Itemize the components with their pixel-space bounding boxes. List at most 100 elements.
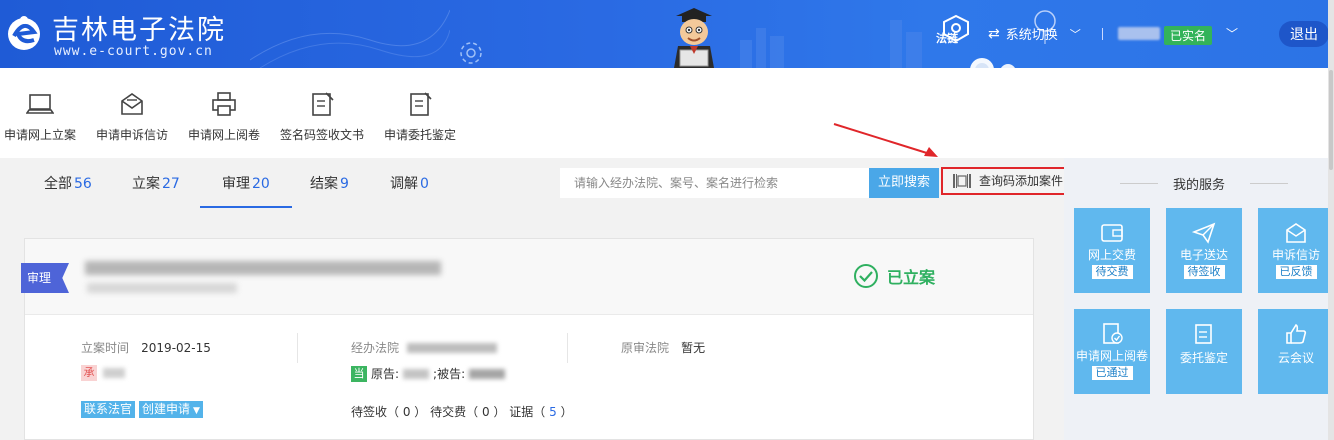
headset-decoration-icon (970, 58, 1015, 68)
header-bar: 吉林电子法院 www.e-court.gov.cn 法链 ⇄ 系统切换 ﹀ 已实… (0, 0, 1334, 68)
add-case-by-code-button[interactable]: 查询码添加案件 (941, 167, 1071, 195)
system-switch-dropdown[interactable]: ⇄ 系统切换 ﹀ (988, 24, 1081, 44)
service-cloud-meeting[interactable]: 云会议 (1258, 309, 1334, 394)
tab-count: 56 (74, 176, 92, 192)
tab-count: 0 (420, 176, 429, 192)
divider (567, 333, 568, 363)
tool-label: 签名码签收文书 (280, 128, 365, 142)
pending-pay[interactable]: 待交费（ 0 ） (430, 405, 505, 419)
pending-sign[interactable]: 待签收（ 0 ） (351, 405, 426, 419)
court-logo-icon (8, 16, 40, 50)
apply-petition-button[interactable]: 申请申诉信访 (96, 90, 168, 143)
apply-appraisal-button[interactable]: 申请委托鉴定 (384, 90, 456, 143)
caret-down-icon: ▼ (193, 406, 200, 416)
chevron-down-icon: ﹀ (1069, 27, 1081, 41)
my-services-panel: 我的服务 网上交费 待交费 电子送达 待签收 申诉信访 已反馈 申请网上阅卷 已 (1064, 158, 1334, 440)
stage-ribbon: 审理 (21, 263, 69, 293)
case-actions: 联系法官 创建申请 ▼ (81, 401, 203, 418)
pending-sign-label: 待签收 (351, 405, 388, 419)
add-case-label: 查询码添加案件 (979, 174, 1064, 188)
system-switch-label: 系统切换 (1005, 28, 1058, 43)
tool-label: 申请申诉信访 (96, 128, 169, 142)
case-card-header: 审理 已立案 (21, 239, 1033, 315)
tool-label: 申请网上立案 (4, 128, 77, 142)
scrollbar-thumb[interactable] (1329, 70, 1333, 170)
user-chevron-down-icon[interactable]: ﹀ (1226, 25, 1238, 42)
verified-badge: 已实名 (1164, 26, 1213, 45)
tab-trial[interactable]: 审理 20 (200, 158, 292, 208)
tab-count: 20 (252, 176, 270, 192)
sign-code-receive-button[interactable]: 签名码签收文书 (280, 90, 364, 143)
service-label: 云会议 (1277, 351, 1314, 365)
page-scrollbar[interactable] (1328, 0, 1334, 440)
defendant-label: ;被告: (433, 367, 466, 381)
case-card[interactable]: 审理 已立案 立案时间 2019-02-15 承 联系法官 创建申请 ▼ 经办法… (21, 238, 1034, 440)
thumbs-up-icon (1286, 323, 1307, 344)
service-label: 委托鉴定 (1179, 351, 1228, 365)
contact-judge-button[interactable]: 联系法官 (81, 401, 136, 418)
service-label: 网上交费 (1087, 248, 1136, 262)
tab-all[interactable]: 全部 56 (22, 158, 114, 208)
barcode-icon (953, 174, 971, 188)
original-court-value: 暂无 (681, 341, 706, 355)
edit-doc-icon (410, 92, 432, 116)
logout-button[interactable]: 退出 (1279, 21, 1329, 47)
tab-filed[interactable]: 立案 27 (110, 158, 202, 208)
quick-actions-toolbar: 申请网上立案 申请申诉信访 申请网上阅卷 签名码签收文书 申请委托鉴定 (0, 68, 1334, 158)
pending-counts: 待签收（ 0 ） 待交费（ 0 ） 证据（ 5 ） (351, 403, 573, 420)
case-status: 已立案 (853, 263, 935, 289)
paper-plane-icon (1192, 222, 1216, 244)
case-search-input[interactable]: 请输入经办法院、案号、案名进行检索 (560, 168, 869, 198)
party-tag: 当 (351, 365, 367, 382)
wallet-icon (1101, 224, 1123, 242)
tab-closed[interactable]: 结案 9 (288, 158, 371, 208)
mail-icon (1286, 223, 1306, 243)
printer-icon (212, 92, 236, 116)
tab-label: 审理 (222, 176, 250, 192)
sign-doc-icon (312, 92, 334, 116)
service-label: 申诉信访 (1271, 248, 1320, 262)
defendant-redacted (469, 368, 506, 379)
search-button[interactable]: 立即搜索 (869, 168, 939, 198)
service-petition[interactable]: 申诉信访 已反馈 (1258, 208, 1334, 293)
header-divider (1102, 28, 1103, 40)
service-online-payment[interactable]: 网上交费 待交费 (1074, 208, 1150, 293)
tab-label: 立案 (132, 176, 160, 192)
filing-time-field: 立案时间 2019-02-15 (81, 339, 211, 356)
doc-check-icon (1103, 323, 1123, 344)
pending-sign-count: 0 (402, 405, 411, 419)
court-value-redacted (407, 342, 498, 353)
decoration-lines-icon (250, 9, 450, 68)
tab-count: 27 (162, 176, 180, 192)
court-field: 经办法院 (351, 339, 498, 356)
pending-pay-label: 待交费 (430, 405, 467, 419)
plaintiff-redacted (403, 368, 430, 379)
username-redacted[interactable] (1118, 27, 1160, 40)
case-title-redacted[interactable] (85, 261, 441, 275)
mail-icon (121, 93, 143, 115)
city-silhouette-icon (740, 20, 922, 68)
service-file-review[interactable]: 申请网上阅卷 已通过 (1074, 309, 1150, 394)
annotation-arrow-icon (833, 123, 938, 157)
tab-mediation[interactable]: 调解 0 (368, 158, 451, 208)
title-line-right (1250, 183, 1288, 184)
evidence-count: 5 (549, 405, 557, 419)
tool-label: 申请委托鉴定 (384, 128, 457, 142)
swirl-icon (460, 42, 482, 64)
apply-online-filing-button[interactable]: 申请网上立案 (4, 90, 76, 143)
service-badge: 待签收 (1183, 265, 1225, 279)
apply-file-review-button[interactable]: 申请网上阅卷 (188, 90, 260, 143)
undertaker-field: 承 (81, 365, 125, 381)
service-appraisal[interactable]: 委托鉴定 (1166, 309, 1242, 394)
evidence[interactable]: 证据（ 5 ） (509, 405, 572, 419)
site-title[interactable]: 吉林电子法院 (52, 8, 226, 47)
create-request-dropdown[interactable]: 创建申请 ▼ (139, 401, 203, 418)
undertaker-tag: 承 (81, 365, 97, 381)
evidence-label: 证据 (509, 405, 534, 419)
create-request-label: 创建申请 (142, 402, 191, 416)
status-text: 已立案 (887, 268, 936, 287)
service-e-delivery[interactable]: 电子送达 待签收 (1166, 208, 1242, 293)
tab-label: 调解 (390, 176, 418, 192)
tab-count: 9 (340, 176, 349, 192)
filing-time-label: 立案时间 (81, 341, 130, 355)
